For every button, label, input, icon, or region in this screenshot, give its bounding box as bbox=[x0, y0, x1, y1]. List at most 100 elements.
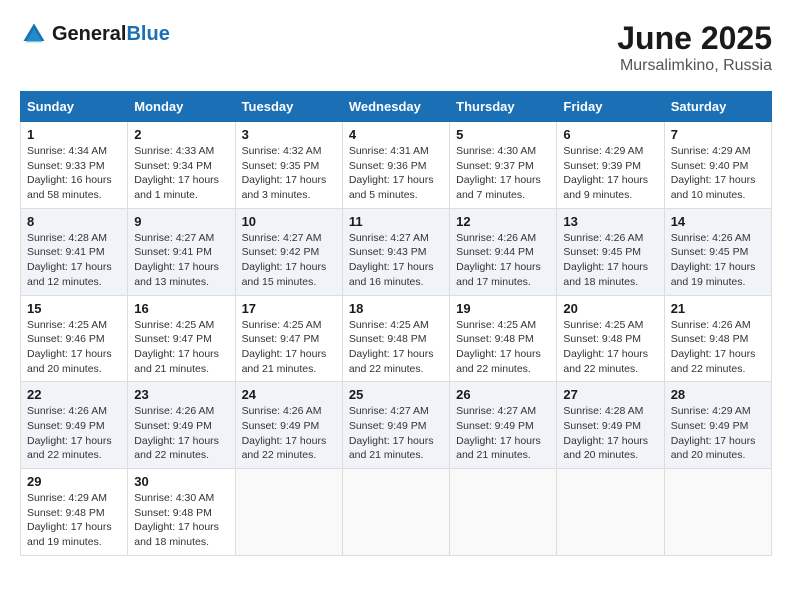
day-content: Sunrise: 4:26 AMSunset: 9:49 PMDaylight:… bbox=[134, 404, 228, 463]
day-number: 8 bbox=[27, 214, 121, 229]
day-number: 27 bbox=[563, 387, 657, 402]
day-content: Sunrise: 4:30 AMSunset: 9:48 PMDaylight:… bbox=[134, 491, 228, 550]
calendar-cell: 26 Sunrise: 4:27 AMSunset: 9:49 PMDayligh… bbox=[450, 382, 557, 469]
calendar-cell: 1Sunrise: 4:34 AMSunset: 9:33 PMDaylight… bbox=[21, 122, 128, 209]
day-number: 2 bbox=[134, 127, 228, 142]
calendar-cell bbox=[235, 469, 342, 556]
column-header-wednesday: Wednesday bbox=[342, 92, 449, 122]
day-number: 17 bbox=[242, 301, 336, 316]
day-number: 15 bbox=[27, 301, 121, 316]
day-content: Sunrise: 4:26 AMSunset: 9:48 PMDaylight:… bbox=[671, 318, 765, 377]
calendar-cell bbox=[450, 469, 557, 556]
calendar-week-row: 15Sunrise: 4:25 AMSunset: 9:46 PMDayligh… bbox=[21, 295, 772, 382]
day-number: 23 bbox=[134, 387, 228, 402]
day-number: 3 bbox=[242, 127, 336, 142]
day-content: Sunrise: 4:27 AMSunset: 9:49 PMDaylight:… bbox=[456, 404, 550, 463]
calendar-week-row: 1Sunrise: 4:34 AMSunset: 9:33 PMDaylight… bbox=[21, 122, 772, 209]
day-number: 30 bbox=[134, 474, 228, 489]
day-number: 5 bbox=[456, 127, 550, 142]
day-number: 19 bbox=[456, 301, 550, 316]
calendar-cell: 14 Sunrise: 4:26 AMSunset: 9:45 PMDayligh… bbox=[664, 208, 771, 295]
day-content: Sunrise: 4:34 AMSunset: 9:33 PMDaylight:… bbox=[27, 144, 121, 203]
day-number: 26 bbox=[456, 387, 550, 402]
calendar-header-row: SundayMondayTuesdayWednesdayThursdayFrid… bbox=[21, 92, 772, 122]
day-number: 12 bbox=[456, 214, 550, 229]
calendar-cell: 6 Sunrise: 4:29 AMSunset: 9:39 PMDaylight… bbox=[557, 122, 664, 209]
calendar-cell: 17 Sunrise: 4:25 AMSunset: 9:47 PMDayligh… bbox=[235, 295, 342, 382]
calendar-cell: 22Sunrise: 4:26 AMSunset: 9:49 PMDayligh… bbox=[21, 382, 128, 469]
calendar-table: SundayMondayTuesdayWednesdayThursdayFrid… bbox=[20, 91, 772, 556]
day-content: Sunrise: 4:33 AMSunset: 9:34 PMDaylight:… bbox=[134, 144, 228, 203]
day-content: Sunrise: 4:26 AMSunset: 9:44 PMDaylight:… bbox=[456, 231, 550, 290]
calendar-cell: 21 Sunrise: 4:26 AMSunset: 9:48 PMDayligh… bbox=[664, 295, 771, 382]
calendar-week-row: 22Sunrise: 4:26 AMSunset: 9:49 PMDayligh… bbox=[21, 382, 772, 469]
day-content: Sunrise: 4:25 AMSunset: 9:48 PMDaylight:… bbox=[563, 318, 657, 377]
logo-text-general: General bbox=[52, 23, 126, 45]
calendar-cell: 28Sunrise: 4:29 AMSunset: 9:49 PMDayligh… bbox=[664, 382, 771, 469]
day-number: 16 bbox=[134, 301, 228, 316]
logo: GeneralBlue bbox=[20, 20, 170, 48]
day-number: 14 bbox=[671, 214, 765, 229]
day-number: 24 bbox=[242, 387, 336, 402]
day-content: Sunrise: 4:27 AMSunset: 9:49 PMDaylight:… bbox=[349, 404, 443, 463]
calendar-cell: 29 Sunrise: 4:29 AMSunset: 9:48 PMDayligh… bbox=[21, 469, 128, 556]
day-content: Sunrise: 4:25 AMSunset: 9:48 PMDaylight:… bbox=[456, 318, 550, 377]
day-content: Sunrise: 4:26 AMSunset: 9:45 PMDaylight:… bbox=[671, 231, 765, 290]
day-content: Sunrise: 4:28 AMSunset: 9:49 PMDaylight:… bbox=[563, 404, 657, 463]
day-content: Sunrise: 4:29 AMSunset: 9:40 PMDaylight:… bbox=[671, 144, 765, 203]
day-content: Sunrise: 4:30 AMSunset: 9:37 PMDaylight:… bbox=[456, 144, 550, 203]
day-number: 13 bbox=[563, 214, 657, 229]
day-number: 18 bbox=[349, 301, 443, 316]
day-number: 20 bbox=[563, 301, 657, 316]
calendar-cell: 27 Sunrise: 4:28 AMSunset: 9:49 PMDayligh… bbox=[557, 382, 664, 469]
page-header: GeneralBlue June 2025 Mursalimkino, Russ… bbox=[20, 20, 772, 75]
calendar-cell: 8Sunrise: 4:28 AMSunset: 9:41 PMDaylight… bbox=[21, 208, 128, 295]
day-number: 11 bbox=[349, 214, 443, 229]
calendar-cell: 15Sunrise: 4:25 AMSunset: 9:46 PMDayligh… bbox=[21, 295, 128, 382]
column-header-sunday: Sunday bbox=[21, 92, 128, 122]
day-number: 25 bbox=[349, 387, 443, 402]
calendar-cell: 16Sunrise: 4:25 AMSunset: 9:47 PMDayligh… bbox=[128, 295, 235, 382]
day-content: Sunrise: 4:29 AMSunset: 9:48 PMDaylight:… bbox=[27, 491, 121, 550]
day-number: 21 bbox=[671, 301, 765, 316]
day-content: Sunrise: 4:25 AMSunset: 9:47 PMDaylight:… bbox=[242, 318, 336, 377]
day-content: Sunrise: 4:25 AMSunset: 9:48 PMDaylight:… bbox=[349, 318, 443, 377]
day-number: 4 bbox=[349, 127, 443, 142]
calendar-cell: 10Sunrise: 4:27 AMSunset: 9:42 PMDayligh… bbox=[235, 208, 342, 295]
column-header-saturday: Saturday bbox=[664, 92, 771, 122]
calendar-cell: 24 Sunrise: 4:26 AMSunset: 9:49 PMDayligh… bbox=[235, 382, 342, 469]
day-number: 29 bbox=[27, 474, 121, 489]
calendar-cell: 2 Sunrise: 4:33 AMSunset: 9:34 PMDaylight… bbox=[128, 122, 235, 209]
calendar-week-row: 29 Sunrise: 4:29 AMSunset: 9:48 PMDayligh… bbox=[21, 469, 772, 556]
calendar-cell: 18 Sunrise: 4:25 AMSunset: 9:48 PMDayligh… bbox=[342, 295, 449, 382]
day-number: 6 bbox=[563, 127, 657, 142]
day-content: Sunrise: 4:29 AMSunset: 9:39 PMDaylight:… bbox=[563, 144, 657, 203]
calendar-cell: 30 Sunrise: 4:30 AMSunset: 9:48 PMDayligh… bbox=[128, 469, 235, 556]
calendar-cell: 4 Sunrise: 4:31 AMSunset: 9:36 PMDaylight… bbox=[342, 122, 449, 209]
calendar-location: Mursalimkino, Russia bbox=[617, 57, 772, 75]
calendar-cell: 25 Sunrise: 4:27 AMSunset: 9:49 PMDayligh… bbox=[342, 382, 449, 469]
calendar-cell bbox=[342, 469, 449, 556]
day-content: Sunrise: 4:26 AMSunset: 9:49 PMDaylight:… bbox=[242, 404, 336, 463]
calendar-cell: 12 Sunrise: 4:26 AMSunset: 9:44 PMDayligh… bbox=[450, 208, 557, 295]
calendar-cell: 19 Sunrise: 4:25 AMSunset: 9:48 PMDayligh… bbox=[450, 295, 557, 382]
day-content: Sunrise: 4:29 AMSunset: 9:49 PMDaylight:… bbox=[671, 404, 765, 463]
calendar-cell: 9Sunrise: 4:27 AMSunset: 9:41 PMDaylight… bbox=[128, 208, 235, 295]
logo-text-blue: Blue bbox=[126, 23, 169, 45]
day-number: 7 bbox=[671, 127, 765, 142]
day-number: 10 bbox=[242, 214, 336, 229]
column-header-friday: Friday bbox=[557, 92, 664, 122]
title-block: June 2025 Mursalimkino, Russia bbox=[617, 20, 772, 75]
calendar-cell: 7 Sunrise: 4:29 AMSunset: 9:40 PMDaylight… bbox=[664, 122, 771, 209]
calendar-cell: 20 Sunrise: 4:25 AMSunset: 9:48 PMDayligh… bbox=[557, 295, 664, 382]
column-header-tuesday: Tuesday bbox=[235, 92, 342, 122]
day-content: Sunrise: 4:31 AMSunset: 9:36 PMDaylight:… bbox=[349, 144, 443, 203]
calendar-week-row: 8Sunrise: 4:28 AMSunset: 9:41 PMDaylight… bbox=[21, 208, 772, 295]
day-content: Sunrise: 4:27 AMSunset: 9:43 PMDaylight:… bbox=[349, 231, 443, 290]
column-header-thursday: Thursday bbox=[450, 92, 557, 122]
column-header-monday: Monday bbox=[128, 92, 235, 122]
logo-icon bbox=[20, 20, 48, 48]
calendar-cell: 13Sunrise: 4:26 AMSunset: 9:45 PMDayligh… bbox=[557, 208, 664, 295]
calendar-cell bbox=[557, 469, 664, 556]
day-content: Sunrise: 4:26 AMSunset: 9:49 PMDaylight:… bbox=[27, 404, 121, 463]
